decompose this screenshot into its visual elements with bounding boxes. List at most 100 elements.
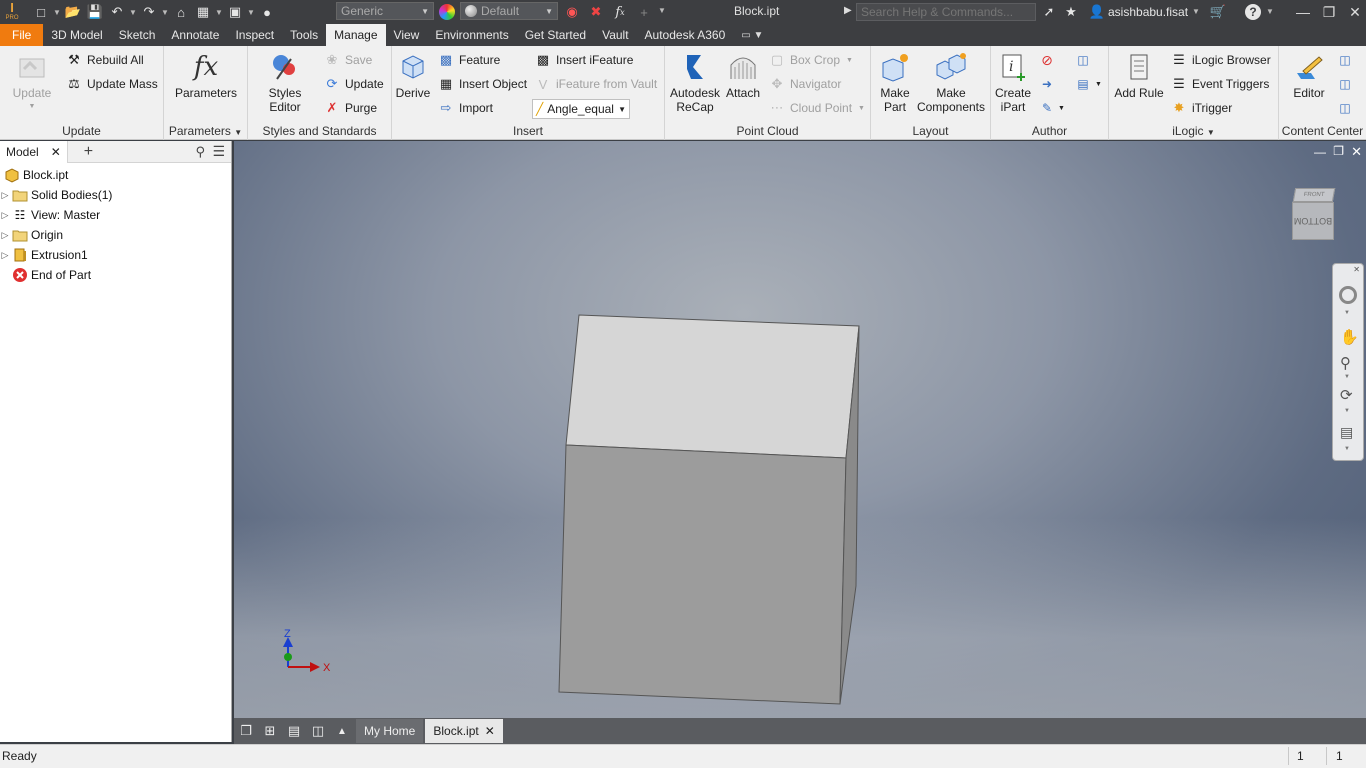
block-model[interactable] bbox=[234, 141, 1366, 718]
cascade-windows-icon[interactable]: ❐ bbox=[234, 720, 258, 742]
tab-view[interactable]: View bbox=[386, 24, 428, 46]
new-file-icon[interactable]: □ bbox=[30, 2, 52, 22]
undo-caret[interactable]: ▼ bbox=[128, 8, 138, 17]
favorite-star-icon[interactable]: ★ bbox=[1060, 2, 1082, 22]
navigator-button[interactable]: ✥ Navigator bbox=[769, 74, 842, 94]
block-front-face[interactable] bbox=[558, 444, 847, 705]
help-icon[interactable]: ? bbox=[1242, 2, 1264, 22]
restore-window-button[interactable]: ❐ bbox=[1316, 2, 1342, 22]
rebuild-all-button[interactable]: ⚒ Rebuild All bbox=[66, 50, 144, 70]
orbit-icon[interactable]: ⟳ bbox=[1340, 386, 1353, 404]
update-mass-button[interactable]: ⚖ Update Mass bbox=[66, 74, 158, 94]
attach-button[interactable]: Attach bbox=[725, 50, 761, 100]
zoom-icon[interactable]: ⚲ bbox=[1340, 354, 1351, 372]
box-crop-button[interactable]: ▢ Box Crop ▼ bbox=[769, 50, 853, 70]
tab-3d-model[interactable]: 3D Model bbox=[43, 24, 110, 46]
panel-title-parameters[interactable]: Parameters ▼ bbox=[164, 124, 247, 138]
minimize-window-button[interactable]: — bbox=[1290, 2, 1316, 22]
new-file-caret[interactable]: ▼ bbox=[52, 8, 62, 17]
close-icon[interactable]: ✕ bbox=[51, 145, 61, 159]
tab-environments[interactable]: Environments bbox=[427, 24, 516, 46]
undo-icon[interactable]: ↶ bbox=[106, 2, 128, 22]
expand-arrow-icon[interactable]: ▷ bbox=[0, 230, 10, 241]
doc-tab-my-home[interactable]: My Home bbox=[356, 719, 424, 743]
select-caret[interactable]: ▼ bbox=[246, 8, 256, 17]
tree-item-view-master[interactable]: ▷ ☷ View: Master bbox=[0, 205, 101, 225]
insert-ifeature-button[interactable]: ▩ Insert iFeature bbox=[535, 50, 634, 70]
fx-icon[interactable]: fx bbox=[609, 2, 631, 22]
ribbon-options-button[interactable]: ▭ ▼ bbox=[733, 24, 771, 46]
ifeature-from-vault-button[interactable]: ViFeature from Vault bbox=[535, 74, 658, 94]
user-name[interactable]: asishbabu.fisat bbox=[1108, 5, 1188, 19]
tab-annotate[interactable]: Annotate bbox=[163, 24, 227, 46]
update-styles-button[interactable]: ⟳ Update bbox=[324, 74, 384, 94]
home-icon[interactable]: ⌂ bbox=[170, 2, 192, 22]
parameter-combo[interactable]: ╱ Angle_equal ▼ bbox=[532, 99, 630, 119]
author-tool-5-icon[interactable]: ▤ bbox=[1073, 74, 1093, 94]
add-rule-button[interactable]: Add Rule bbox=[1113, 50, 1165, 100]
add-tab-icon[interactable]: + bbox=[84, 143, 93, 161]
select-icon[interactable]: ▣ bbox=[224, 2, 246, 22]
chevron-down-icon[interactable]: ▼ bbox=[1344, 446, 1350, 452]
chevron-right-icon[interactable]: ▶ bbox=[844, 5, 852, 16]
graphics-viewport[interactable]: — ❐ ✕ FRONT BOTTOM ✕ ▼ ✋ ⚲ ▼ ⟳ ▼ ▤ ▼ Z X bbox=[234, 141, 1366, 718]
itrigger-button[interactable]: ✸ iTrigger bbox=[1171, 98, 1233, 118]
help-caret[interactable]: ▼ bbox=[1265, 7, 1275, 16]
redo-caret[interactable]: ▼ bbox=[160, 8, 170, 17]
editor-button[interactable]: Editor bbox=[1287, 50, 1331, 100]
autodesk-recap-button[interactable]: Autodesk ReCap bbox=[669, 50, 721, 114]
browser-tab-model[interactable]: Model ✕ bbox=[0, 140, 68, 163]
expand-arrow-icon[interactable]: ▷ bbox=[0, 250, 10, 261]
author-tool-5-caret[interactable]: ▼ bbox=[1095, 74, 1102, 94]
chevron-down-icon[interactable]: ▼ bbox=[1344, 310, 1350, 316]
save-styles-button[interactable]: ❀ Save bbox=[324, 50, 373, 70]
material-combo[interactable]: Generic ▼ bbox=[336, 2, 434, 20]
navbar-close-icon[interactable]: ✕ bbox=[1353, 265, 1360, 274]
app-logo[interactable]: I PRO bbox=[4, 1, 20, 23]
tab-file[interactable]: File bbox=[0, 24, 44, 46]
view-cube-top[interactable]: FRONT bbox=[1292, 188, 1336, 202]
pan-hand-icon[interactable]: ✋ bbox=[1340, 328, 1359, 346]
search-go-icon[interactable]: ➚ bbox=[1038, 2, 1060, 22]
appearance-combo[interactable]: Default ▼ bbox=[460, 2, 558, 20]
content-tool-1-icon[interactable]: ◫ bbox=[1335, 50, 1355, 70]
tab-vault[interactable]: Vault bbox=[594, 24, 636, 46]
tab-autodesk-a360[interactable]: Autodesk A360 bbox=[637, 24, 734, 46]
content-tool-2-icon[interactable]: ◫ bbox=[1335, 74, 1355, 94]
user-icon[interactable]: 👤 bbox=[1086, 2, 1108, 22]
tab-inspect[interactable]: Inspect bbox=[227, 24, 282, 46]
author-tool-3-caret[interactable]: ▼ bbox=[1058, 98, 1065, 118]
open-folder-icon[interactable]: 📂 bbox=[62, 2, 84, 22]
author-tool-3-icon[interactable]: ✎ bbox=[1037, 98, 1057, 118]
tab-tools[interactable]: Tools bbox=[282, 24, 326, 46]
update-button[interactable]: Update ▼ bbox=[8, 50, 56, 114]
adjust-icon[interactable]: ◉ bbox=[561, 2, 583, 22]
tree-item-extrusion1[interactable]: ▷ Extrusion1 bbox=[0, 245, 88, 265]
event-triggers-button[interactable]: ☰ Event Triggers bbox=[1171, 74, 1269, 94]
search-input[interactable] bbox=[856, 3, 1036, 21]
block-top-face[interactable] bbox=[565, 314, 860, 459]
close-icon[interactable]: ✕ bbox=[485, 724, 495, 738]
appearance-color-icon[interactable] bbox=[439, 4, 455, 20]
chevron-down-icon[interactable]: ▼ bbox=[1344, 374, 1350, 380]
purge-button[interactable]: ✗ Purge bbox=[324, 98, 377, 118]
import-button[interactable]: ⇨ Import bbox=[438, 98, 493, 118]
feature-button[interactable]: ▩ Feature bbox=[438, 50, 501, 70]
content-tool-3-icon[interactable]: ◫ bbox=[1335, 98, 1355, 118]
look-at-icon[interactable]: ▤ bbox=[1340, 424, 1353, 441]
make-part-button[interactable]: Make Part bbox=[875, 50, 915, 114]
author-tool-2-icon[interactable]: ➜ bbox=[1037, 74, 1057, 94]
author-tool-1-icon[interactable]: ⊘ bbox=[1037, 50, 1057, 70]
expand-arrow-icon[interactable]: ▷ bbox=[0, 190, 10, 201]
redo-icon[interactable]: ↷ bbox=[138, 2, 160, 22]
view-cube[interactable]: FRONT BOTTOM bbox=[1292, 188, 1336, 242]
tree-item-origin[interactable]: ▷ Origin bbox=[0, 225, 63, 245]
measure-icon[interactable]: ● bbox=[256, 2, 278, 22]
insert-object-button[interactable]: ▦ Insert Object bbox=[438, 74, 527, 94]
cart-icon[interactable]: 🛒 bbox=[1207, 2, 1229, 22]
ilogic-browser-button[interactable]: ☰ iLogic Browser bbox=[1171, 50, 1271, 70]
make-components-button[interactable]: Make Components bbox=[915, 50, 987, 114]
create-ipart-button[interactable]: i Create iPart bbox=[993, 50, 1033, 114]
close-window-button[interactable]: ✕ bbox=[1342, 2, 1366, 22]
save-icon[interactable]: 💾 bbox=[84, 2, 106, 22]
